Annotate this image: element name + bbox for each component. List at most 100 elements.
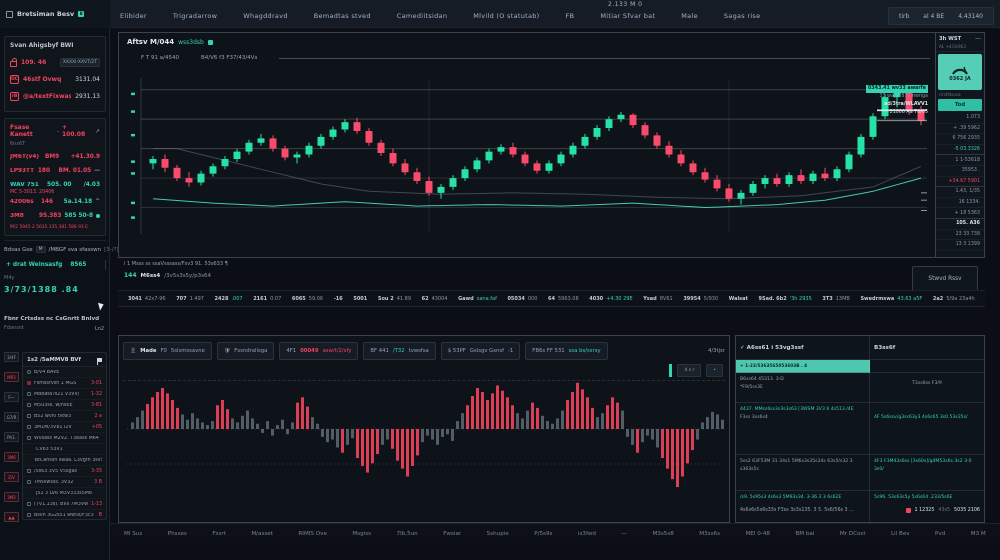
positions-sub: 6ns6T — [10, 141, 100, 147]
watchlist-header[interactable]: 1s2 /5aMMV8 BVf — [23, 353, 106, 367]
list-item[interactable]: M5u3ss. w/ns6E3-81 — [23, 400, 106, 411]
list-item[interactable]: Wvsass M2V2. T3bass M64 — [23, 433, 106, 444]
chart-sub-left: F T 91 a/4540 — [141, 55, 179, 61]
rail-icon[interactable]: 3M2 — [4, 492, 19, 502]
ticker-value: 5963.08 — [558, 296, 579, 302]
rail-icon[interactable]: G7/R — [4, 412, 19, 422]
positions-title: Fsase Kanett — [10, 124, 54, 138]
toolbar-segment[interactable]: 🛡Fssndrallsga — [217, 342, 274, 360]
toolbar-segment[interactable]: $ 53PFGslsgv Gsnsf-1 — [441, 342, 520, 360]
chart-title-link[interactable]: wss3dsb — [178, 39, 204, 46]
toolbar-text: Fssndrallsga — [234, 348, 267, 354]
scan-chip: M — [36, 246, 46, 253]
ladder-row[interactable]: +34.67 5901 — [936, 177, 984, 188]
topbar-account-box[interactable]: tirbal 4 BE4.43140 — [888, 7, 994, 25]
list-item[interactable]: B52 wvhi tvtw32 a — [23, 411, 106, 422]
menu-item[interactable]: Whagddravd — [243, 12, 288, 20]
list-item-label: Fsmssrvsn 1 MGS — [34, 381, 76, 386]
news-section: Fbnr Crtsdss nc CsGnrtt Bnlvd Fdansnt Ln… — [4, 316, 106, 350]
ticker-label: Sou 2 — [378, 296, 394, 302]
live-badge — [208, 40, 213, 45]
ticker-label: Walsat — [729, 296, 748, 302]
chart-sub-right: B4/V6 f3 F37/43/4Vs — [201, 55, 257, 61]
ladder-row[interactable]: 16 1334. — [936, 198, 984, 209]
list-item[interactable]: J52 3 LV6 M3V333s5M6 — [23, 488, 106, 499]
account-row[interactable]: OC46stf Ovwq3131.04 — [10, 71, 100, 88]
scan-action-row[interactable]: + drat Weinsasfg 8565 — [4, 260, 106, 270]
list-item[interactable]: B/V4 BAVE — [23, 367, 106, 378]
ladder-row[interactable]: + 18 5363 — [936, 208, 984, 219]
position-row[interactable]: 42006s1465a.14.18^ — [10, 195, 100, 209]
status-item: P/5s9s — [534, 531, 552, 537]
ticker-value: sana.faf — [477, 296, 497, 302]
list-item-icon — [27, 370, 31, 374]
flag-icon — [97, 358, 102, 362]
rail-icon[interactable]: ▲▲ — [4, 512, 19, 522]
menu-item[interactable]: Bemadtas stved — [314, 12, 371, 20]
candlestick-chart[interactable] — [119, 69, 937, 249]
menu-item[interactable]: Mlvild (O statutab) — [473, 12, 539, 20]
menu-item[interactable]: Trigradarrow — [173, 12, 217, 20]
ladder-menu-icon[interactable]: — — [975, 35, 981, 42]
ladder-row[interactable]: 1 1-53618 — [936, 155, 984, 166]
rail-icon[interactable]: MP3 — [4, 372, 19, 382]
gauge-card[interactable]: 0362 JA — [938, 54, 982, 90]
rail-icon[interactable]: F— — [4, 392, 19, 402]
list-item[interactable]: (TV1.13s). BVs 7M3Vwa31-13 — [23, 499, 106, 510]
ladder-action-button[interactable]: Tod — [938, 99, 982, 111]
list-item[interactable]: TMsvwsss. 3V323 B — [23, 477, 106, 488]
ladder-row[interactable]: + .39 5962 — [936, 124, 984, 135]
order-table-teal-bar[interactable]: + 1-23/5363565053603B . 4 — [736, 360, 870, 373]
ladder-row[interactable]: 35953 . — [936, 166, 984, 177]
ladder-row[interactable]: 6 756 2935 — [936, 134, 984, 145]
menu-item[interactable]: Sagas rise — [724, 12, 761, 20]
position-row[interactable]: LP93TT180BM. 01.05— — [10, 164, 100, 178]
ladder-row[interactable]: 13 3 1399 — [936, 240, 984, 251]
position-row[interactable]: 3M895.383585 50-8 — [10, 209, 100, 223]
rail-icon[interactable]: Ph1. — [4, 432, 19, 442]
menu-item[interactable]: Male — [681, 12, 698, 20]
list-item-label: M5u3ss. w/ns6E — [34, 403, 73, 408]
period-badge[interactable]: 144 — [124, 272, 137, 279]
account-row[interactable]: rB@a/textFixwas2931.13 — [10, 88, 100, 105]
snapshot-button[interactable]: Stwvd Rssv — [912, 266, 978, 292]
list-item[interactable]: /5s63 3V5 V5sgas3-35 — [23, 466, 106, 477]
list-item-count: 1-32 — [91, 392, 102, 397]
list-item[interactable]: CV63 53V1 — [23, 444, 106, 455]
toolbar-segment[interactable]: BF 441/T32tvwsfsa — [363, 342, 435, 360]
menu-item[interactable]: FB — [566, 12, 575, 20]
account-row[interactable]: 109. 46XXXXI-XXVT/2T — [10, 54, 100, 71]
ticker-label: 3T3 — [822, 296, 832, 302]
toolbar-segment[interactable]: FB6s FF 531ssa bs/ssrsy — [525, 342, 607, 360]
position-symbol: 42006s — [10, 199, 38, 205]
scan-sub-label: M4y — [4, 275, 106, 281]
list-item[interactable]: MBbata?s21 V3VV/1-32 — [23, 389, 106, 400]
ladder-row[interactable]: 1.073 — [936, 113, 984, 124]
list-item[interactable]: Fsmssrvsn 1 MGS3-01 — [23, 378, 106, 389]
status-item: M3ss6s — [699, 531, 720, 537]
rail-icon[interactable]: Z/V — [4, 472, 19, 482]
list-item[interactable]: BtCanssn swaa. L3vgrn 3sv5. 5M6p — [23, 455, 106, 466]
ladder-row[interactable]: 23 33 738 — [936, 230, 984, 241]
list-item[interactable]: Bsvh 3G2s51 ww5s/F3c3B — [23, 510, 106, 520]
ladder-row[interactable]: 1.43, 1/35 — [936, 187, 984, 198]
menu-item[interactable]: Elibider — [120, 12, 147, 20]
position-value: +41.30.9 — [71, 154, 100, 160]
ticker-value: 5/930 — [704, 296, 718, 302]
ticker-value: 1.497 — [190, 296, 204, 302]
menu-item[interactable]: Mitiar Sfvar bat — [600, 12, 655, 20]
toolbar-segment[interactable]: 👤MadeF05slsmssavne — [123, 342, 212, 360]
menu-item[interactable]: Camediitsidan — [397, 12, 447, 20]
ladder-row[interactable]: 105. A36 — [936, 219, 984, 230]
expand-icon[interactable]: ↗ — [95, 128, 100, 135]
order-table-empty — [870, 360, 984, 373]
volume-bar-chart[interactable] — [123, 369, 727, 521]
toolbar-right-text[interactable]: 4/3tjsr — [708, 348, 725, 354]
brand[interactable]: Bretsiman Besv B — [0, 0, 110, 28]
ladder-row[interactable]: -5 03.3326 — [936, 145, 984, 156]
toolbar-segment[interactable]: 4F100049asw/t/2/sfy — [279, 342, 358, 360]
position-row[interactable]: JM6T(v4)BM9+41.30.9 — [10, 150, 100, 164]
rail-icon[interactable]: 3M6 — [4, 452, 19, 462]
rail-icon[interactable]: 3/4F — [4, 352, 19, 362]
list-item[interactable]: 3M1M/3V81 I2V+05 — [23, 422, 106, 433]
